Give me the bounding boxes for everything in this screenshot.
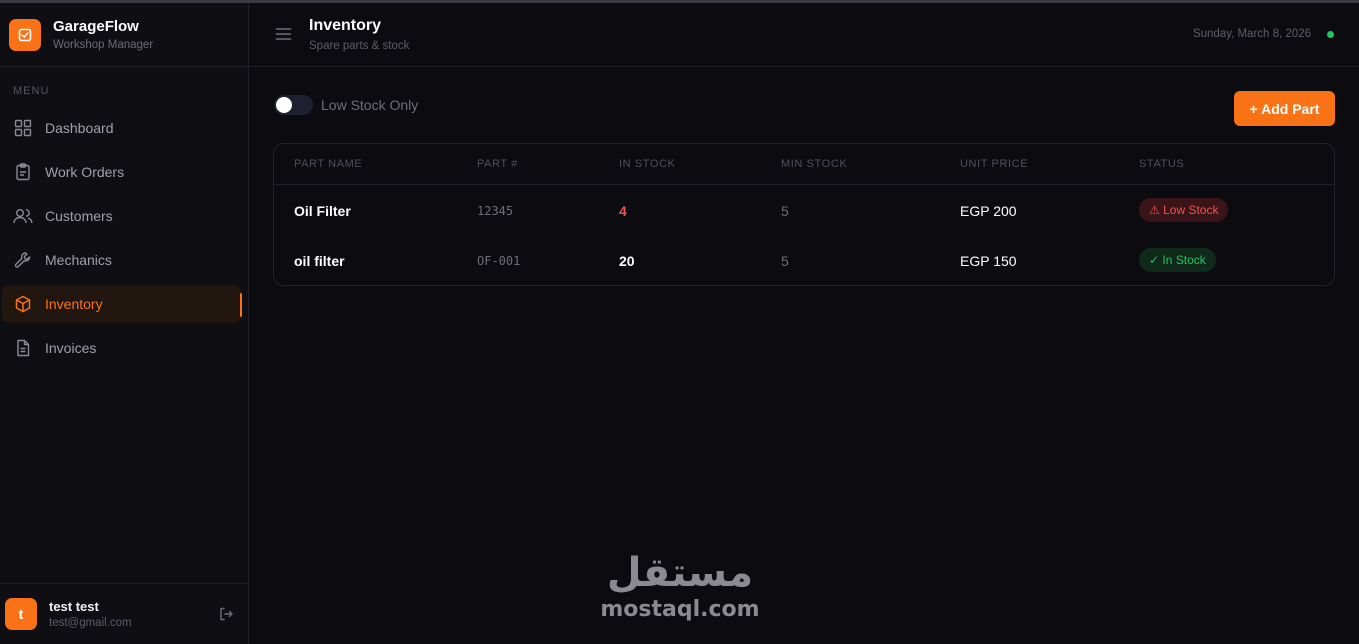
page-header: Inventory Spare parts & stock Sunday, Ma… [249, 3, 1359, 67]
wrench-icon [13, 250, 33, 270]
part-name: oil filter [294, 253, 345, 269]
part-number: 12345 [477, 204, 514, 218]
low-stock-toggle[interactable] [274, 95, 313, 115]
column-header-unit-price: UNIT PRICE [960, 158, 1029, 170]
brand-subtitle: Workshop Manager [53, 39, 154, 51]
in-stock-count: 20 [619, 253, 635, 269]
sidebar-item-mechanics[interactable]: Mechanics [2, 241, 241, 279]
column-header-in-stock: IN STOCK [619, 158, 676, 170]
sidebar-item-dashboard[interactable]: Dashboard [2, 109, 241, 147]
table-row[interactable]: oil filter OF-001 20 5 EGP 150 ✓ In Stoc… [274, 235, 1334, 285]
box-icon [13, 294, 33, 314]
brand: GarageFlow Workshop Manager [0, 3, 248, 67]
sidebar-item-label: Inventory [45, 296, 103, 312]
logout-icon[interactable] [218, 606, 236, 624]
table-header: PART NAME PART # IN STOCK MIN STOCK UNIT… [274, 144, 1334, 185]
unit-price: EGP 150 [960, 253, 1017, 269]
sidebar: GarageFlow Workshop Manager MENU Dashboa… [0, 3, 249, 644]
menu-icon[interactable] [275, 27, 292, 41]
sidebar-item-inventory[interactable]: Inventory [2, 285, 242, 323]
watermark-arabic: مستقل [606, 550, 754, 596]
sidebar-item-customers[interactable]: Customers [2, 197, 241, 235]
sidebar-item-invoices[interactable]: Invoices [2, 329, 241, 367]
sidebar-item-label: Customers [45, 208, 113, 224]
sidebar-item-work-orders[interactable]: Work Orders [2, 153, 241, 191]
min-stock-count: 5 [781, 203, 789, 219]
brand-name: GarageFlow [53, 18, 139, 35]
add-part-button[interactable]: + Add Part [1234, 91, 1335, 126]
column-header-status: STATUS [1139, 158, 1185, 170]
users-icon [13, 206, 33, 226]
online-status-dot [1327, 31, 1334, 38]
avatar: t [5, 598, 37, 630]
user-profile: t test test test@gmail.com [0, 583, 248, 644]
status-badge: ⚠ Low Stock [1139, 198, 1229, 222]
watermark-latin: mostaql.com [600, 597, 760, 622]
sidebar-item-label: Work Orders [45, 164, 125, 180]
column-header-min-stock: MIN STOCK [781, 158, 848, 170]
grid-icon [13, 118, 33, 138]
checkbox-icon [18, 28, 32, 41]
column-header-part-name: PART NAME [294, 158, 363, 170]
part-name: Oil Filter [294, 203, 351, 219]
menu-label: MENU [13, 85, 50, 97]
page-subtitle: Spare parts & stock [309, 40, 410, 52]
app-shell: GarageFlow Workshop Manager MENU Dashboa… [0, 3, 1359, 644]
page-title: Inventory [309, 17, 382, 34]
inventory-table: PART NAME PART # IN STOCK MIN STOCK UNIT… [273, 143, 1335, 286]
table-row[interactable]: Oil Filter 12345 4 5 EGP 200 ⚠ Low Stock [274, 185, 1334, 235]
sidebar-item-label: Invoices [45, 340, 97, 356]
clipboard-icon [13, 162, 33, 182]
unit-price: EGP 200 [960, 203, 1017, 219]
file-icon [13, 338, 33, 358]
status-badge: ✓ In Stock [1139, 248, 1216, 272]
watermark: مستقل mostaql.com [597, 551, 763, 622]
user-name: test test [49, 599, 99, 614]
sidebar-item-label: Mechanics [45, 252, 112, 268]
column-header-part-number: PART # [477, 158, 518, 170]
in-stock-count: 4 [619, 203, 627, 219]
sidebar-item-label: Dashboard [45, 120, 114, 136]
filter-toolbar: Low Stock Only [274, 95, 418, 115]
min-stock-count: 5 [781, 253, 789, 269]
toggle-knob [276, 97, 292, 113]
main-content: Inventory Spare parts & stock Sunday, Ma… [249, 3, 1359, 644]
low-stock-toggle-label[interactable]: Low Stock Only [321, 97, 418, 113]
sidebar-nav: Dashboard Work Orders Customers Mechanic… [0, 109, 249, 373]
user-email: test@gmail.com [49, 617, 132, 629]
brand-logo-icon [9, 18, 41, 51]
current-date: Sunday, March 8, 2026 [1192, 28, 1311, 40]
part-number: OF-001 [477, 254, 521, 268]
